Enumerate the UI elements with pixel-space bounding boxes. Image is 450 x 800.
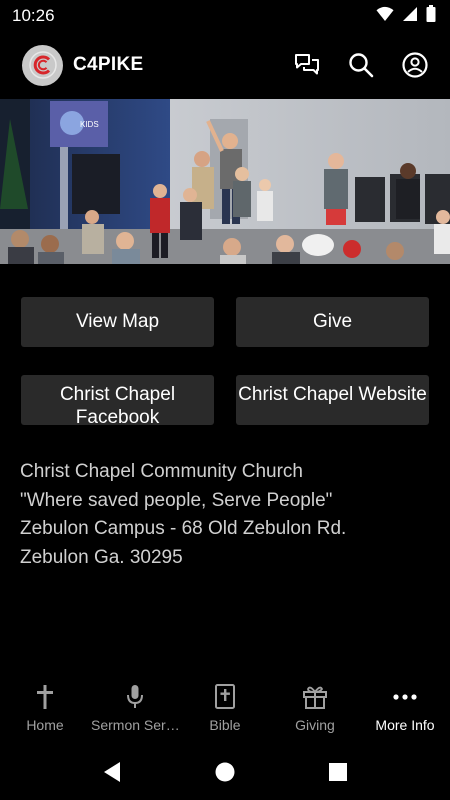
search-button[interactable]: [346, 50, 376, 80]
campus-city: Zebulon Ga. 30295: [20, 546, 183, 568]
church-name: Christ Chapel Community Church: [20, 461, 303, 482]
app-title: C4PIKE: [73, 54, 144, 75]
chat-icon: [295, 54, 319, 75]
system-nav-bar: [0, 744, 450, 800]
campus-address: Zebulon Campus - 68 Old Zebulon Rd.: [20, 518, 347, 539]
bible-icon: [214, 683, 236, 711]
hero-photo: KIDS: [0, 99, 450, 264]
bottom-nav: Home Sermon Ser… Bible Giving More Info: [0, 676, 450, 744]
signal-icon: [402, 6, 418, 27]
account-icon: [402, 52, 428, 78]
recents-button[interactable]: [282, 762, 395, 782]
chat-button[interactable]: [292, 50, 322, 80]
nav-item-giving[interactable]: Giving: [270, 676, 360, 744]
nav-item-home[interactable]: Home: [0, 676, 90, 744]
button-row-1: View Map Give: [21, 297, 429, 347]
give-button[interactable]: Give: [236, 297, 429, 347]
cross-icon: [34, 683, 56, 711]
back-icon: [104, 762, 120, 782]
gift-icon: [302, 683, 328, 711]
hero-image: KIDS: [0, 99, 450, 264]
nav-item-bible[interactable]: Bible: [180, 676, 270, 744]
button-row-2: Christ Chapel Facebook Christ Chapel Web…: [21, 375, 429, 425]
nav-label-home: Home: [26, 717, 64, 733]
facebook-button[interactable]: Christ Chapel Facebook: [21, 375, 214, 425]
home-circle-icon: [215, 762, 235, 782]
microphone-icon: [124, 683, 146, 711]
status-icons: [376, 5, 436, 27]
nav-item-sermon-series[interactable]: Sermon Ser…: [90, 676, 180, 744]
app-actions: [292, 50, 430, 80]
website-button[interactable]: Christ Chapel Website: [236, 375, 429, 425]
link-button-grid: View Map Give Christ Chapel Facebook Chr…: [21, 297, 429, 453]
status-time: 10:26: [12, 6, 55, 25]
search-icon: [349, 53, 374, 78]
battery-icon: [426, 5, 436, 27]
nav-label-more-info: More Info: [375, 717, 435, 733]
nav-label-giving: Giving: [295, 717, 335, 733]
church-info: Christ Chapel Community Church "Where sa…: [20, 458, 430, 572]
nav-label-bible: Bible: [209, 717, 241, 733]
wifi-icon: [376, 6, 394, 27]
status-bar: 10:26: [0, 0, 450, 32]
more-icon: [392, 683, 418, 711]
app-bar: C4PIKE: [0, 32, 450, 98]
nav-label-sermon-series: Sermon Ser…: [91, 717, 179, 733]
app-logo[interactable]: [22, 44, 63, 86]
svg-text:KIDS: KIDS: [80, 120, 99, 129]
nav-item-more-info[interactable]: More Info: [360, 676, 450, 744]
account-button[interactable]: [400, 50, 430, 80]
c4pike-logo-icon: [28, 51, 57, 79]
home-button[interactable]: [169, 761, 282, 783]
view-map-button[interactable]: View Map: [21, 297, 214, 347]
church-motto: "Where saved people, Serve People": [20, 489, 333, 511]
back-button[interactable]: [56, 761, 169, 783]
recents-icon: [329, 763, 347, 781]
